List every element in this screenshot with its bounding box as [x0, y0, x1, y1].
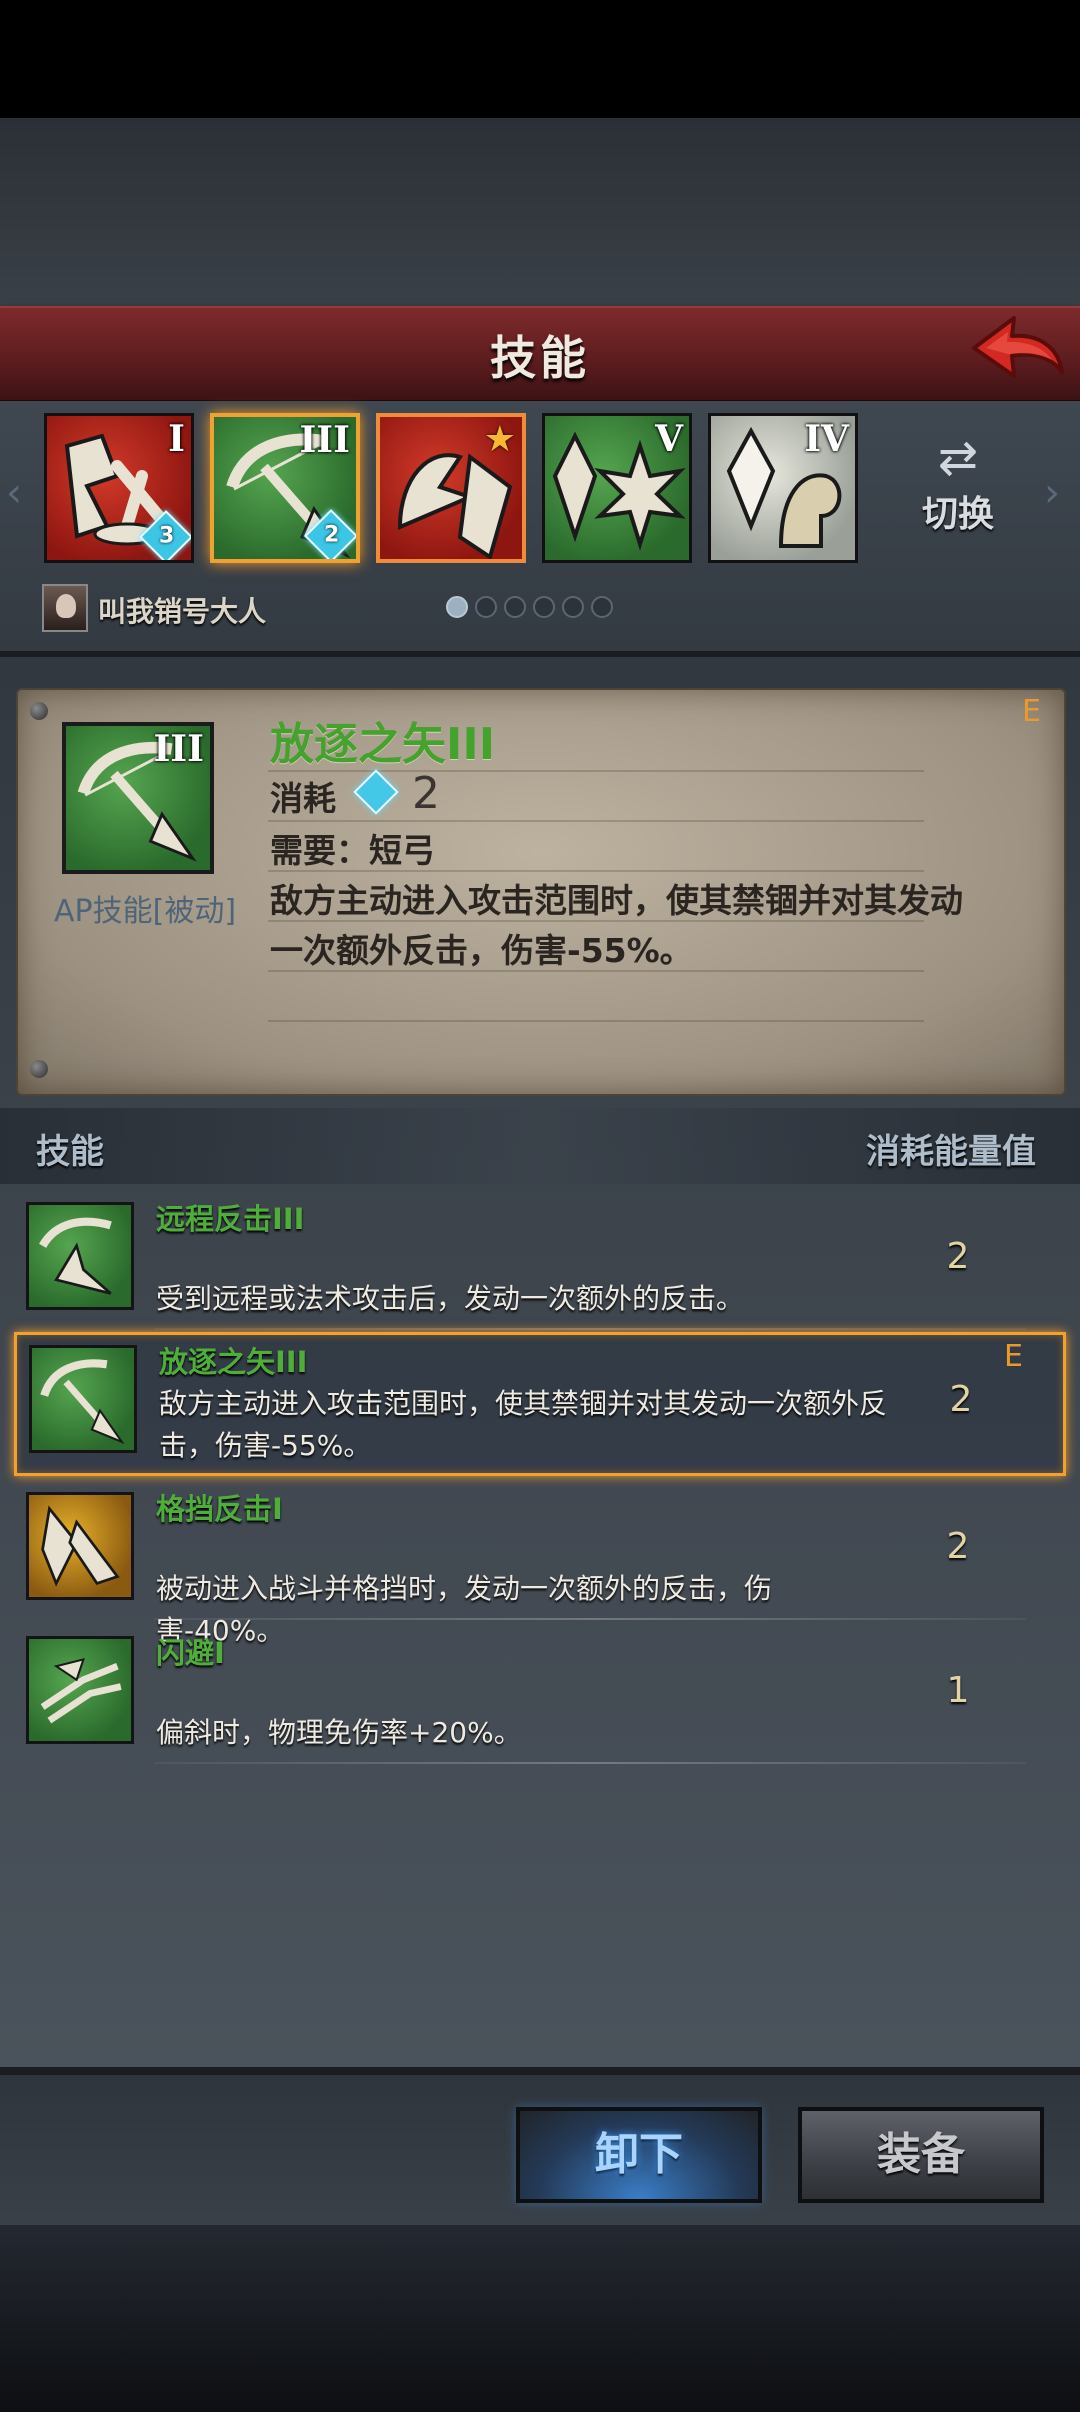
rivet-icon	[30, 702, 48, 720]
skill-cost: 2	[946, 1526, 970, 1567]
cost-value: 2	[412, 768, 440, 819]
page-indicator	[446, 596, 613, 620]
ranged-counter-icon	[26, 1202, 134, 1310]
dodge-glyph	[40, 1657, 122, 1724]
skill-slot-3[interactable]: ★	[376, 413, 526, 563]
ruled-line	[268, 1020, 924, 1022]
back-arrow-icon	[972, 316, 1064, 378]
equipped-skill-bar: ‹ I 3 III 2 ★ V IV ⇄ 切换 › 叫我销号大人	[0, 401, 1080, 657]
detail-rank: III	[153, 728, 204, 770]
equipped-marker: E	[1004, 1339, 1023, 1374]
switch-label: 切换	[921, 494, 994, 535]
scroll-left-icon[interactable]: ‹	[6, 473, 36, 513]
title-banner: 技能	[0, 306, 1080, 403]
detail-description: 敌方主动进入攻击范围时，使其禁锢并对其发动一次额外反击，伤害-55%。	[270, 881, 963, 970]
switch-button[interactable]: ⇄ 切换	[908, 431, 1008, 551]
rivet-icon	[30, 1060, 48, 1078]
skill-cost: 2	[946, 1236, 970, 1277]
skill-name: 远程反击III	[156, 1202, 305, 1236]
skill-name: 放逐之矢III	[159, 1345, 308, 1379]
equip-button[interactable]: 装备	[798, 2107, 1044, 2203]
top-backdrop	[0, 118, 1080, 306]
block-counter-glyph	[41, 1505, 120, 1587]
skill-detail-card: III AP技能[被动] 放逐之矢III 消耗 2 需要：短弓 敌方主动进入攻击…	[16, 688, 1066, 1096]
unload-button[interactable]: 卸下	[516, 2107, 762, 2203]
skill-name: 格挡反击I	[156, 1492, 283, 1526]
skill-row[interactable]: 格挡反击I 被动进入战斗并格挡时，发动一次额外的反击，伤害-40%。 2	[14, 1482, 1066, 1647]
block-counter-icon	[26, 1492, 134, 1600]
row-divider	[154, 1762, 1026, 1764]
gem-icon	[353, 769, 399, 815]
slot-rank: V	[655, 418, 683, 460]
star-icon: ★	[483, 419, 516, 460]
ranged-counter-glyph	[39, 1217, 112, 1295]
equipped-marker: E	[1022, 694, 1041, 729]
page-dot[interactable]	[504, 596, 526, 618]
skill-row[interactable]: 远程反击III 受到远程或法术攻击后，发动一次额外的反击。 2	[14, 1192, 1066, 1330]
bow-arrow-icon	[29, 1345, 137, 1453]
list-header-skill: 技能	[36, 1132, 104, 1172]
requirement-text: 需要：短弓	[270, 831, 435, 870]
list-header-cost: 消耗能量值	[866, 1132, 1036, 1172]
page-title: 技能	[490, 331, 590, 385]
skill-cost: 1	[946, 1670, 970, 1711]
page-dot[interactable]	[533, 596, 555, 618]
skill-row-selected[interactable]: 放逐之矢III 敌方主动进入攻击范围时，使其禁锢并对其发动一次额外反击，伤害-5…	[14, 1332, 1066, 1476]
skill-name: 闪避I	[156, 1636, 225, 1670]
player-name: 叫我销号大人	[98, 595, 267, 628]
skill-slot-4[interactable]: V	[542, 413, 692, 563]
skill-type-label: AP技能[被动]	[54, 894, 237, 929]
detail-title: 放逐之矢III	[270, 719, 496, 770]
back-button[interactable]	[968, 310, 1066, 394]
avatar	[42, 584, 88, 632]
dodge-icon	[26, 1636, 134, 1744]
row-divider	[154, 1618, 1026, 1620]
bow-arrow-glyph	[40, 1359, 125, 1445]
skill-description: 敌方主动进入攻击范围时，使其禁锢并对其发动一次额外反击，伤害-55%。	[159, 1387, 888, 1462]
ruled-line	[268, 820, 924, 822]
bottom-backdrop	[0, 2225, 1080, 2412]
skill-slot-5[interactable]: IV	[708, 413, 858, 563]
skill-description: 偏斜时，物理免伤率+20%。	[156, 1716, 522, 1749]
scroll-right-icon[interactable]: ›	[1044, 473, 1074, 513]
slot-rank: IV	[804, 418, 849, 460]
skill-slot-2[interactable]: III 2	[210, 413, 360, 563]
skill-description: 受到远程或法术攻击后，发动一次额外的反击。	[156, 1282, 745, 1315]
skill-slot-1[interactable]: I 3	[44, 413, 194, 563]
page-dot[interactable]	[475, 596, 497, 618]
page-dot[interactable]	[562, 596, 584, 618]
detail-skill-icon: III	[62, 722, 214, 874]
page-dot[interactable]	[591, 596, 613, 618]
skill-cost: 2	[949, 1379, 973, 1420]
skill-list-header: 技能 消耗能量值	[0, 1108, 1080, 1184]
footer-bar: 卸下 装备	[0, 2067, 1080, 2233]
slot-rank: III	[299, 419, 350, 461]
cost-label: 消耗	[270, 779, 336, 818]
page-dot[interactable]	[446, 596, 468, 618]
status-bar	[0, 0, 1080, 118]
swap-arrows-icon: ⇄	[937, 430, 979, 486]
slot-rank: I	[168, 418, 185, 460]
skill-row[interactable]: 闪避I 偏斜时，物理免伤率+20%。 1	[14, 1626, 1066, 1764]
row-divider	[154, 1328, 1026, 1330]
